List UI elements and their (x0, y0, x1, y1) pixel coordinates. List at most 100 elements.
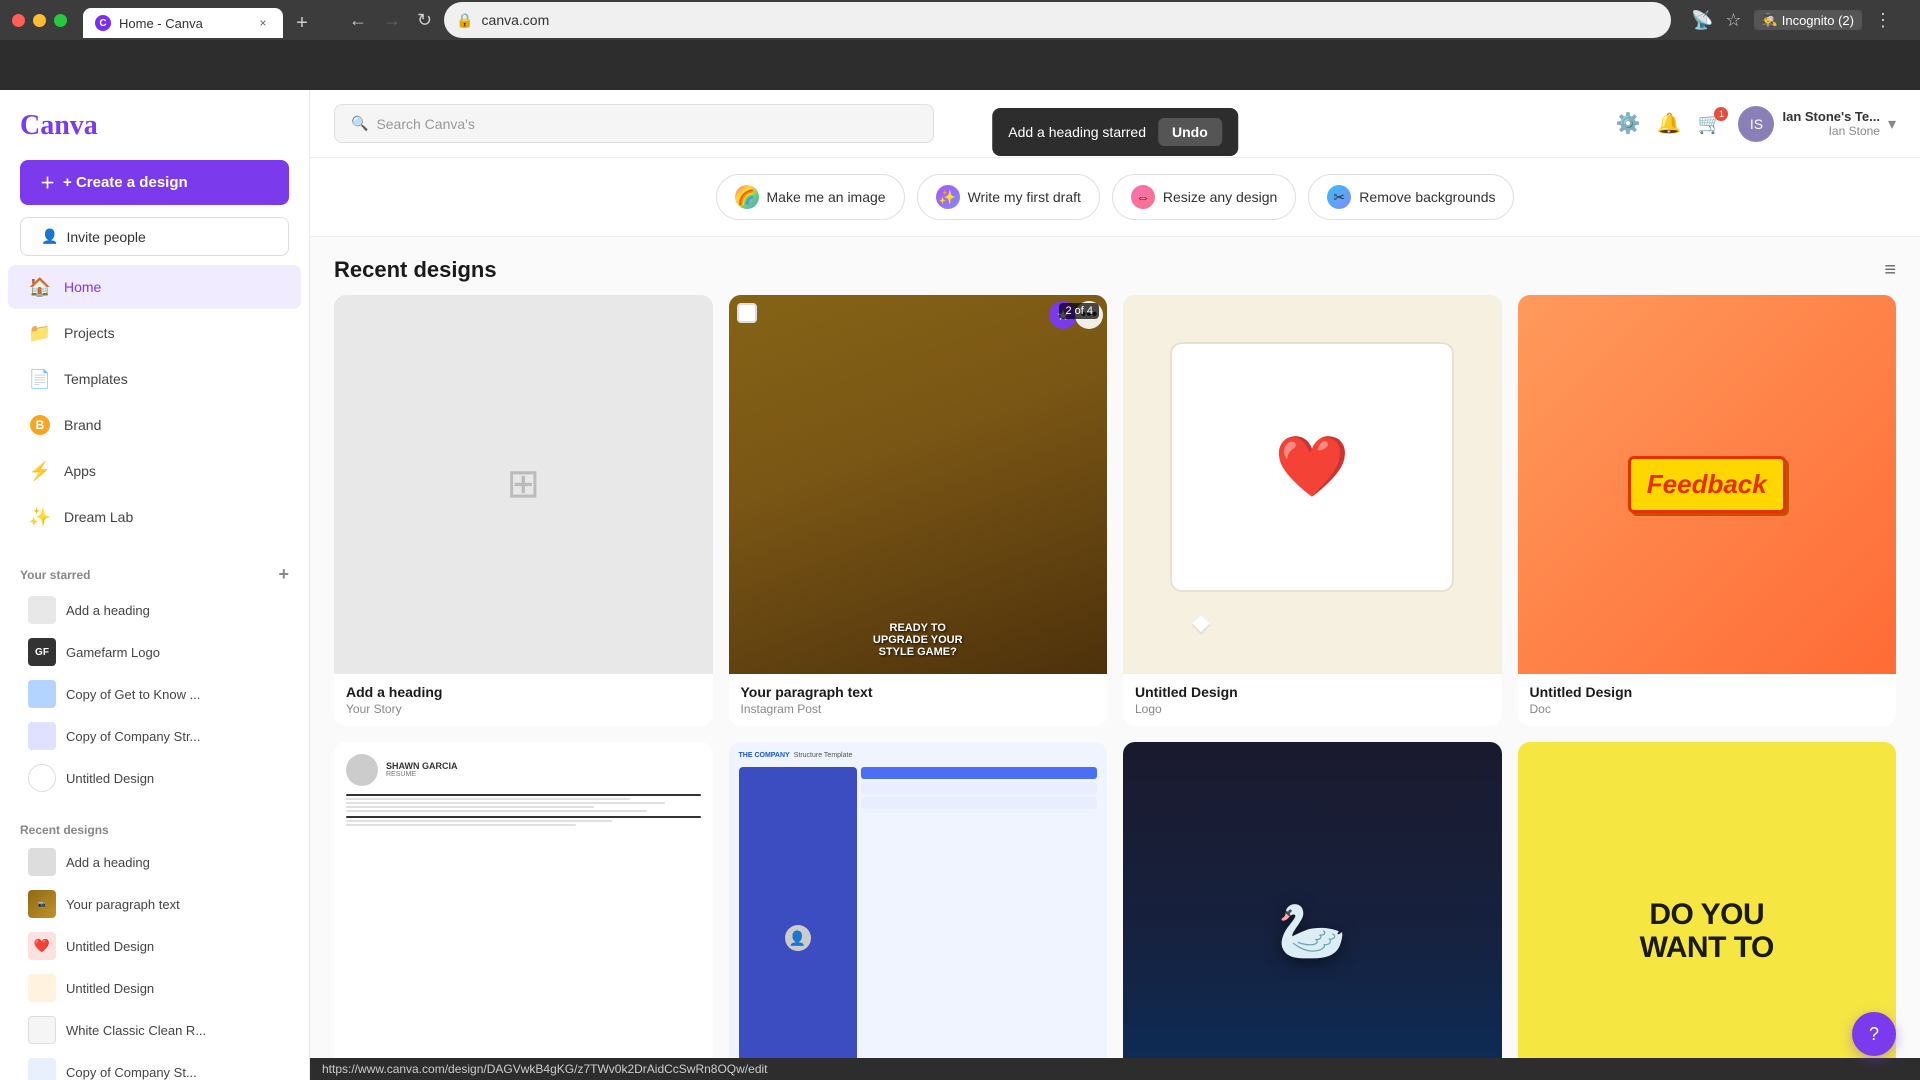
sidebar-item-apps[interactable]: ⚡ Apps (8, 449, 301, 493)
forward-btn[interactable]: → (379, 6, 405, 35)
invite-people-btn[interactable]: 👤 Invite people (20, 217, 289, 256)
design-card-swan[interactable]: 🦢 Untitled Design 1120 x 1120 px (1123, 742, 1502, 1080)
starred-label: Your starred (20, 568, 90, 582)
create-icon: ＋ (40, 172, 55, 193)
app-container: Canva ＋ + Create a design 👤 Invite peopl… (0, 90, 1920, 1080)
address-bar[interactable]: 🔒 canva.com (444, 2, 1671, 38)
design-card-paragraph[interactable]: READY TOUPGRADE YOURSTYLE GAME? ★ ••• 2 … (729, 295, 1108, 726)
header-actions: ⚙️ 🔔 🛒 1 IS Ian Stone's Te... Ian Stone … (1616, 106, 1896, 142)
sidebar-recent-untitled2[interactable]: Untitled Design (8, 967, 301, 1009)
help-btn[interactable]: ? (1852, 1012, 1896, 1056)
add-starred-btn[interactable]: + (278, 564, 289, 585)
sidebar-recent-copy-company[interactable]: Copy of Company St... (8, 1051, 301, 1080)
add-heading-info: Add a heading Your Story (334, 674, 713, 726)
window-close-btn[interactable] (12, 14, 25, 27)
sidebar-recent-white-classic[interactable]: White Classic Clean R... (8, 1009, 301, 1051)
sidebar-item-brand[interactable]: B Brand (8, 403, 301, 447)
recent-designs-header: Recent designs ≡ (310, 237, 1920, 295)
window-maximize-btn[interactable] (54, 14, 67, 27)
notifications-btn[interactable]: 🔔 (1657, 111, 1682, 136)
sidebar-item-untitled[interactable]: Untitled Design (8, 757, 301, 799)
make-image-icon: 🌈 (735, 185, 759, 209)
make-image-label: Make me an image (767, 189, 886, 205)
incognito-btn[interactable]: 🕵️ Incognito (2) (1754, 10, 1862, 30)
back-btn[interactable]: ← (345, 6, 371, 35)
quick-actions-bar: 🌈 Make me an image ✨ Write my first draf… (310, 158, 1920, 237)
add-heading-thumb (28, 596, 56, 624)
invite-btn-label: Invite people (66, 229, 145, 245)
design-card-heart[interactable]: ❤️ Untitled Design Logo (1123, 295, 1502, 726)
profile-name-block: Ian Stone's Te... Ian Stone (1782, 109, 1879, 138)
browser-tab-canva[interactable]: C Home - Canva × (83, 8, 283, 38)
feedback-card-type: Doc (1530, 702, 1885, 716)
tab-close-btn[interactable]: × (255, 15, 271, 31)
cart-btn[interactable]: 🛒 1 (1698, 111, 1723, 136)
design-card-add-heading[interactable]: ⊞ Add a heading Your Story (334, 295, 713, 726)
toast-undo-btn[interactable]: Undo (1158, 118, 1222, 146)
address-lock-icon: 🔒 (456, 12, 473, 29)
sidebar-home-label: Home (64, 279, 101, 295)
r-untitled2-thumb (28, 974, 56, 1002)
sidebar-item-projects[interactable]: 📁 Projects (8, 311, 301, 355)
mobile-course-thumb-main: DO YOUWANT TO (1518, 742, 1897, 1080)
search-placeholder: Search Canva's (376, 116, 474, 132)
bookmark-icon[interactable]: ☆ (1725, 10, 1741, 31)
profile-header[interactable]: IS Ian Stone's Te... Ian Stone ▾ (1738, 106, 1896, 142)
search-icon: 🔍 (351, 115, 368, 132)
feedback-card-name: Untitled Design (1530, 684, 1885, 700)
heart-card-name: Untitled Design (1135, 684, 1490, 700)
card-checkbox[interactable] (737, 303, 757, 323)
new-tab-btn[interactable]: + (287, 8, 317, 38)
design-card-feedback[interactable]: Feedback Untitled Design Doc (1518, 295, 1897, 726)
profile-avatar: IS (1738, 106, 1774, 142)
status-bar: https://www.canva.com/design/DAGVwkB4gKG… (310, 1058, 1920, 1080)
sidebar-logo: Canva (0, 90, 309, 152)
list-view-btn[interactable]: ≡ (1884, 259, 1896, 282)
design-card-resume[interactable]: SHAWN GARCIA RESUME (334, 742, 713, 1080)
sidebar-item-add-heading[interactable]: Add a heading (8, 589, 301, 631)
untitled-thumb (28, 764, 56, 792)
sidebar-item-gamefarm[interactable]: GF Gamefarm Logo (8, 631, 301, 673)
make-image-btn[interactable]: 🌈 Make me an image (716, 174, 905, 220)
sidebar-recent-paragraph[interactable]: 📷 Your paragraph text (8, 883, 301, 925)
create-design-btn[interactable]: ＋ + Create a design (20, 160, 289, 205)
invite-icon: 👤 (41, 228, 58, 245)
menu-icon[interactable]: ⋮ (1874, 10, 1892, 31)
search-bar[interactable]: 🔍 Search Canva's (334, 104, 934, 143)
r-white-classic-thumb (28, 1016, 56, 1044)
tab-favicon: C (95, 15, 111, 31)
r-untitled1-name: Untitled Design (66, 939, 154, 954)
reload-btn[interactable]: ↻ (413, 6, 436, 35)
write-draft-label: Write my first draft (968, 189, 1081, 205)
sidebar-item-copy-company[interactable]: Copy of Company Str... (8, 715, 301, 757)
sidebar-recent-untitled1[interactable]: ❤️ Untitled Design (8, 925, 301, 967)
sidebar-item-templates[interactable]: 📄 Templates (8, 357, 301, 401)
sidebar-item-home[interactable]: 🏠 Home (8, 265, 301, 309)
browser-actions: 📡 ☆ 🕵️ Incognito (2) ⋮ (1691, 10, 1892, 31)
sidebar-recent-add-heading[interactable]: Add a heading (8, 841, 301, 883)
dreamlab-icon: ✨ (28, 505, 52, 529)
company-thumb-main: The Company Structure Template 👤 (729, 742, 1108, 1080)
r-white-classic-name: White Classic Clean R... (66, 1023, 206, 1038)
cast-icon[interactable]: 📡 (1691, 10, 1713, 31)
sidebar: Canva ＋ + Create a design 👤 Invite peopl… (0, 90, 310, 1080)
r-copy-company-name: Copy of Company St... (66, 1065, 197, 1080)
sidebar-nav: 🏠 Home 📁 Projects 📄 Templates B Brand ⚡ … (0, 264, 309, 540)
sidebar-brand-label: Brand (64, 417, 101, 433)
gamefarm-name: Gamefarm Logo (66, 645, 160, 660)
window-minimize-btn[interactable] (33, 14, 46, 27)
sidebar-item-copy-get[interactable]: Copy of Get to Know ... (8, 673, 301, 715)
remove-bg-btn[interactable]: ✂ Remove backgrounds (1308, 174, 1514, 220)
write-draft-btn[interactable]: ✨ Write my first draft (917, 174, 1100, 220)
settings-btn[interactable]: ⚙️ (1616, 111, 1641, 136)
sidebar-item-dreamlab[interactable]: ✨ Dream Lab (8, 495, 301, 539)
paragraph-thumb: READY TOUPGRADE YOURSTYLE GAME? ★ ••• 2 … (729, 295, 1108, 674)
copy-get-name: Copy of Get to Know ... (66, 687, 200, 702)
resize-design-btn[interactable]: ⇔ Resize any design (1112, 174, 1296, 220)
design-card-mobile-course[interactable]: DO YOUWANT TO Mobile Course Mobile Video… (1518, 742, 1897, 1080)
write-draft-icon: ✨ (936, 185, 960, 209)
design-card-company[interactable]: The Company Structure Template 👤 (729, 742, 1108, 1080)
profile-team: Ian Stone (1782, 124, 1879, 138)
profile-name: Ian Stone's Te... (1782, 109, 1879, 124)
r-add-heading-name: Add a heading (66, 855, 150, 870)
